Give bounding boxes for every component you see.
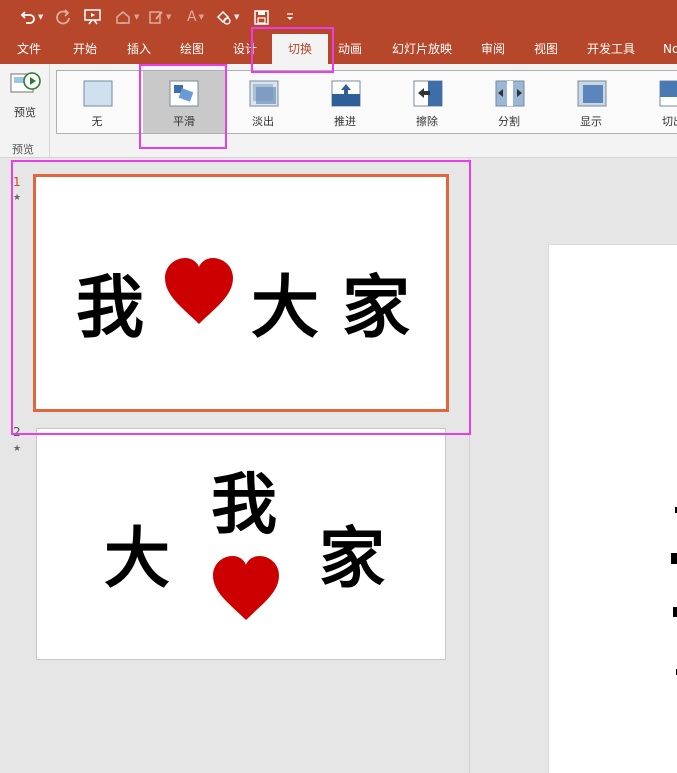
font-color-glyph: A [187, 9, 197, 25]
format-painter-icon[interactable]: ▼ [114, 6, 139, 28]
font-color-icon[interactable]: A ▼ [187, 6, 204, 28]
slide-char-da: 大 [251, 268, 320, 348]
preview-group: 预览 预览 [0, 64, 50, 158]
transitions-ribbon: 预览 预览 无 平滑 淡出 推进 擦除 分割 显示 切 [0, 64, 677, 158]
quick-access-toolbar: ▼ ▼ ▼ A ▼ ▼ [0, 0, 677, 34]
transition-wipe-label: 擦除 [416, 115, 438, 128]
transition-push[interactable]: 推进 [309, 71, 381, 133]
transition-fade-label: 淡出 [252, 115, 274, 128]
transition-none-label: 无 [91, 115, 103, 128]
transition-morph-label: 平滑 [173, 115, 195, 128]
tab-slideshow[interactable]: 幻灯片放映 [392, 34, 452, 64]
tab-review[interactable]: 审阅 [481, 34, 505, 64]
present-from-start-icon[interactable] [84, 6, 102, 28]
tab-home[interactable]: 开始 [73, 34, 97, 64]
save-icon[interactable] [254, 6, 269, 28]
morph-transition-icon [169, 80, 199, 107]
shape-icon[interactable]: ▼ [214, 6, 239, 28]
transition-gallery: 无 平滑 淡出 推进 擦除 分割 显示 切出 [56, 70, 677, 134]
tab-draw[interactable]: 绘图 [180, 34, 204, 64]
slide-thumbnail-pane[interactable]: 1 ★ 我 大 家 2 ★ 我 大 家 [0, 159, 470, 773]
transition-none[interactable]: 无 [61, 71, 133, 133]
fade-transition-icon [249, 80, 279, 107]
slide-number: 2 [13, 425, 21, 439]
reveal-transition-icon [577, 80, 607, 107]
none-transition-icon [83, 80, 113, 107]
tab-transitions[interactable]: 切换 [272, 34, 328, 64]
transition-cut-label: 切出 [662, 115, 677, 128]
transition-morph[interactable]: 平滑 [143, 71, 225, 133]
preview-group-label: 预览 [12, 143, 34, 156]
tab-more[interactable]: No [663, 34, 677, 64]
ribbon-tabs: 文件 开始 插入 绘图 设计 切换 动画 幻灯片放映 审阅 视图 开发工具 No [0, 34, 677, 64]
transition-split-label: 分割 [498, 115, 520, 128]
heart-icon [165, 258, 233, 324]
preview-button[interactable]: 预览 [4, 68, 46, 124]
transition-fade[interactable]: 淡出 [227, 71, 299, 133]
tab-animations[interactable]: 动画 [338, 34, 362, 64]
transition-wipe[interactable]: 擦除 [391, 71, 463, 133]
slide-char-jia: 家 [319, 519, 385, 597]
redo-icon[interactable] [55, 6, 71, 28]
slide-content-fragment [671, 553, 677, 564]
transition-star-icon: ★ [13, 444, 22, 454]
split-transition-icon [495, 80, 525, 107]
slide-editor [471, 159, 677, 773]
slide-char-wo: 我 [211, 465, 277, 543]
tab-file[interactable]: 文件 [17, 34, 41, 64]
wipe-transition-icon [413, 80, 443, 107]
transition-push-label: 推进 [334, 115, 356, 128]
tab-view[interactable]: 视图 [534, 34, 558, 64]
slide-char-wo: 我 [76, 268, 145, 348]
slide-thumbnail-2[interactable]: 我 大 家 [36, 428, 446, 660]
pen-icon[interactable]: ▼ [148, 6, 171, 28]
tab-developer[interactable]: 开发工具 [587, 34, 635, 64]
transition-reveal-label: 显示 [580, 115, 602, 128]
transition-cut[interactable]: 切出 [637, 71, 677, 133]
slide-canvas[interactable] [548, 244, 677, 773]
preview-label: 预览 [14, 106, 36, 119]
transition-reveal[interactable]: 显示 [555, 71, 627, 133]
heart-icon [213, 556, 279, 621]
tab-insert[interactable]: 插入 [127, 34, 151, 64]
transition-star-icon: ★ [13, 193, 22, 203]
customize-icon[interactable] [285, 6, 295, 28]
tab-design[interactable]: 设计 [233, 34, 257, 64]
cut-transition-icon [659, 80, 677, 107]
undo-icon[interactable]: ▼ [20, 6, 43, 28]
slide-char-da: 大 [104, 519, 170, 597]
slide-content-fragment [673, 607, 677, 617]
slide-thumbnail-1[interactable]: 我 大 家 [33, 174, 449, 412]
transition-split[interactable]: 分割 [473, 71, 545, 133]
push-transition-icon [331, 80, 361, 107]
slide-number: 1 [13, 175, 21, 189]
preview-icon [10, 72, 41, 93]
slide-char-jia: 家 [342, 268, 411, 348]
